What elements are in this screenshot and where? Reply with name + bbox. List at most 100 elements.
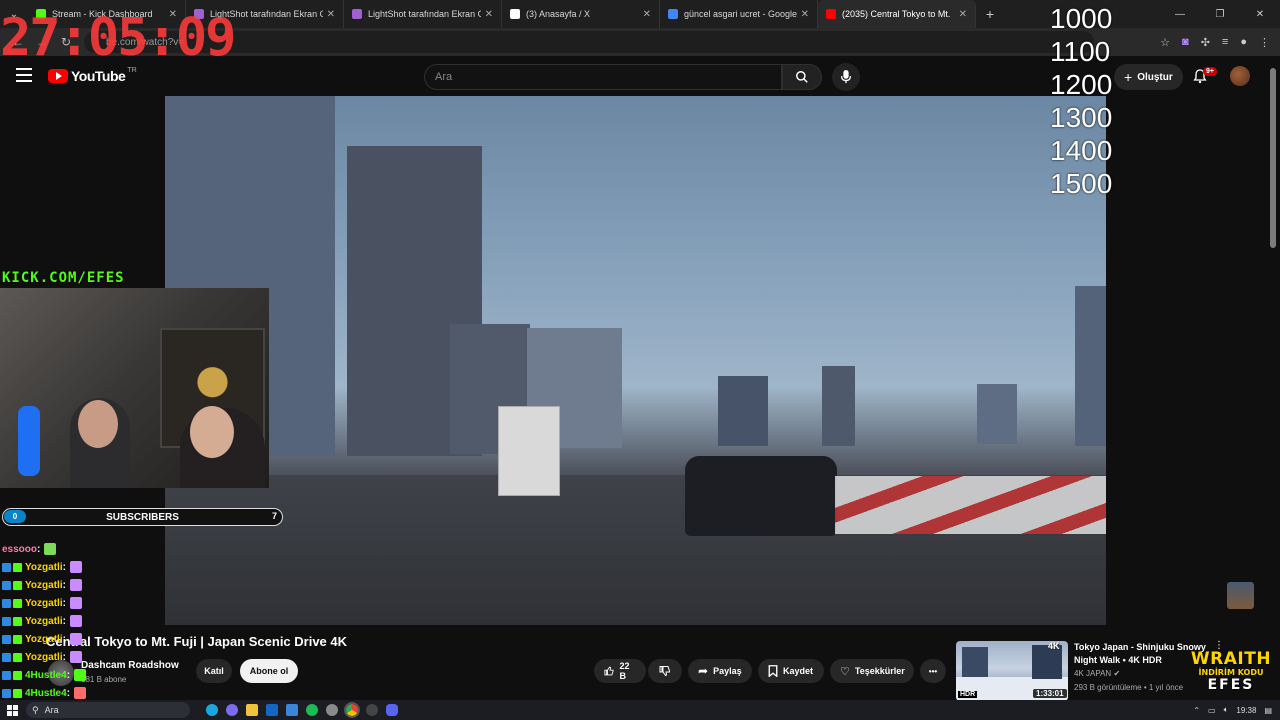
chat-badge-icon xyxy=(2,598,11,608)
search-icon xyxy=(796,71,808,83)
subscriber-badge-icon xyxy=(13,616,22,626)
video-player[interactable] xyxy=(165,96,1106,625)
chat-username: Yozgatli xyxy=(25,633,63,645)
share-button[interactable]: ➦ Paylaş xyxy=(688,659,752,683)
browser-tab[interactable]: güncel asgari ucret - Google'da ✕ xyxy=(660,0,818,28)
system-tray: ⌃ ▭ 🔈︎ 19:38 ▤ xyxy=(1193,700,1272,720)
browser-tab[interactable]: LightShot tarafından Ekran Gön ✕ xyxy=(344,0,502,28)
profile-icon[interactable]: ● xyxy=(1240,36,1247,48)
goal-item: 1500 xyxy=(1050,168,1113,199)
mini-thumbnail[interactable] xyxy=(1227,582,1254,609)
youtube-wordmark: YouTube xyxy=(71,68,126,84)
extension-icon[interactable]: ◙ xyxy=(1182,36,1189,48)
puzzle-extensions-icon[interactable]: ✣ xyxy=(1201,36,1210,49)
subscriber-badge-icon xyxy=(13,670,22,680)
tray-chevron-icon[interactable]: ⌃ xyxy=(1193,706,1200,715)
notification-center-icon[interactable]: ▤ xyxy=(1264,706,1272,715)
file-explorer-icon[interactable] xyxy=(246,704,258,716)
search-input[interactable]: Ara xyxy=(424,64,782,90)
copilot-icon[interactable] xyxy=(226,704,238,716)
screen: ⌄ Stream - Kick Dashboard ✕ LightShot tara… xyxy=(0,0,1280,720)
subscriber-badge-icon xyxy=(13,562,22,572)
edge-icon[interactable] xyxy=(206,704,218,716)
tab-favicon-icon xyxy=(668,9,678,19)
settings-gear-icon[interactable] xyxy=(326,704,338,716)
media-queue-icon[interactable]: ≡ xyxy=(1222,36,1228,48)
windows-taskbar: ⚲ Ara ⌃ ▭ 🔈︎ 19:38 ▤ xyxy=(0,700,1280,720)
menu-icon[interactable] xyxy=(16,68,32,82)
chat-separator: : xyxy=(66,687,71,699)
like-button[interactable]: 22 B xyxy=(594,659,646,683)
windows-start-button[interactable] xyxy=(0,704,24,716)
spotify-icon[interactable] xyxy=(306,704,318,716)
tab-close-icon[interactable]: ✕ xyxy=(801,9,809,20)
chat-message: Yozgatli : xyxy=(2,594,162,612)
url-input[interactable]: be.com/watch?v= xyxy=(84,31,1094,53)
notification-badge: 9+ xyxy=(1203,67,1217,76)
taskbar-apps xyxy=(206,702,398,718)
dislike-button[interactable] xyxy=(648,659,682,683)
webcam-feed xyxy=(0,288,269,488)
goal-item: 1200 xyxy=(1050,69,1113,100)
chat-username: Yozgatli xyxy=(25,597,63,609)
video-building xyxy=(1075,286,1106,446)
browser-menu-icon[interactable]: ⋮ xyxy=(1259,36,1270,49)
chat-badge-icon xyxy=(2,562,11,572)
join-button[interactable]: Katıl xyxy=(196,659,232,683)
chat-username: 4Hustle4 xyxy=(25,669,67,681)
tab-title: LightShot tarafından Ekran Gön xyxy=(368,9,481,19)
chat-badge-icon xyxy=(2,634,11,644)
tab-favicon-icon xyxy=(510,9,520,19)
chat-separator: : xyxy=(37,543,41,555)
share-icon: ➦ xyxy=(698,664,709,678)
maximize-button[interactable]: ❐ xyxy=(1200,0,1240,28)
thanks-button[interactable]: ♡ Teşekkürler xyxy=(830,659,914,683)
browser-tab[interactable]: (3) Anasayfa / X ✕ xyxy=(502,0,660,28)
thumbnail-hdr-badge: HDR xyxy=(958,691,978,698)
thumbnail-4k-badge: 4K xyxy=(1048,641,1060,651)
subscriber-badge-icon xyxy=(13,634,22,644)
new-tab-button[interactable]: + xyxy=(976,6,1004,22)
tab-close-icon[interactable]: ✕ xyxy=(959,9,967,20)
close-window-button[interactable]: ✕ xyxy=(1240,0,1280,28)
chat-badge-icon xyxy=(2,670,11,680)
save-button[interactable]: Kaydet xyxy=(758,659,824,683)
youtube-logo[interactable]: YouTube TR xyxy=(48,67,137,84)
account-avatar[interactable] xyxy=(1230,66,1250,86)
clock[interactable]: 19:38 xyxy=(1236,706,1256,715)
video-building xyxy=(718,376,768,446)
volume-icon[interactable]: 🔈︎ xyxy=(1224,705,1229,715)
browser-tab[interactable]: (2035) Central Tokyo to Mt. ✕ xyxy=(818,0,976,28)
discord-icon[interactable] xyxy=(386,704,398,716)
chat-emote-icon xyxy=(69,651,82,663)
outlook-icon[interactable] xyxy=(266,704,278,716)
network-icon[interactable]: ▭ xyxy=(1208,706,1216,715)
tab-close-icon[interactable]: ✕ xyxy=(643,9,651,20)
chrome-icon[interactable] xyxy=(344,702,360,718)
windows-logo-icon xyxy=(6,704,18,716)
goal-item: 1400 xyxy=(1050,135,1113,166)
voice-search-button[interactable] xyxy=(832,63,860,91)
subscriber-badge-icon xyxy=(13,580,22,590)
bookmark-star-icon[interactable]: ☆ xyxy=(1160,36,1170,49)
chat-username: essooo xyxy=(2,543,38,555)
stream-timer: 27:05:09 xyxy=(0,8,236,68)
more-actions-button[interactable]: ••• xyxy=(920,659,946,683)
kick-channel-label: KICK.COM/EFES xyxy=(2,270,125,286)
tab-close-icon[interactable]: ✕ xyxy=(485,9,493,20)
subscribe-button[interactable]: Abone ol xyxy=(240,659,298,683)
bookmark-icon xyxy=(768,665,778,677)
tab-title: (2035) Central Tokyo to Mt. xyxy=(842,9,951,19)
obs-icon[interactable] xyxy=(366,704,378,716)
chat-message: 4Hustle4 : xyxy=(2,684,162,702)
chat-separator: : xyxy=(66,669,71,681)
tab-close-icon[interactable]: ✕ xyxy=(327,9,335,20)
search-button[interactable] xyxy=(782,64,822,90)
recommendation-channel[interactable]: 4K JAPAN ✔ xyxy=(1074,669,1120,678)
subscriber-badge-icon xyxy=(13,598,22,608)
store-icon[interactable] xyxy=(286,704,298,716)
taskbar-search-input[interactable]: ⚲ Ara xyxy=(26,702,190,718)
page-scrollbar[interactable] xyxy=(1270,68,1276,248)
super-thanks-icon: ♡ xyxy=(840,665,850,678)
minimize-button[interactable]: — xyxy=(1160,0,1200,28)
